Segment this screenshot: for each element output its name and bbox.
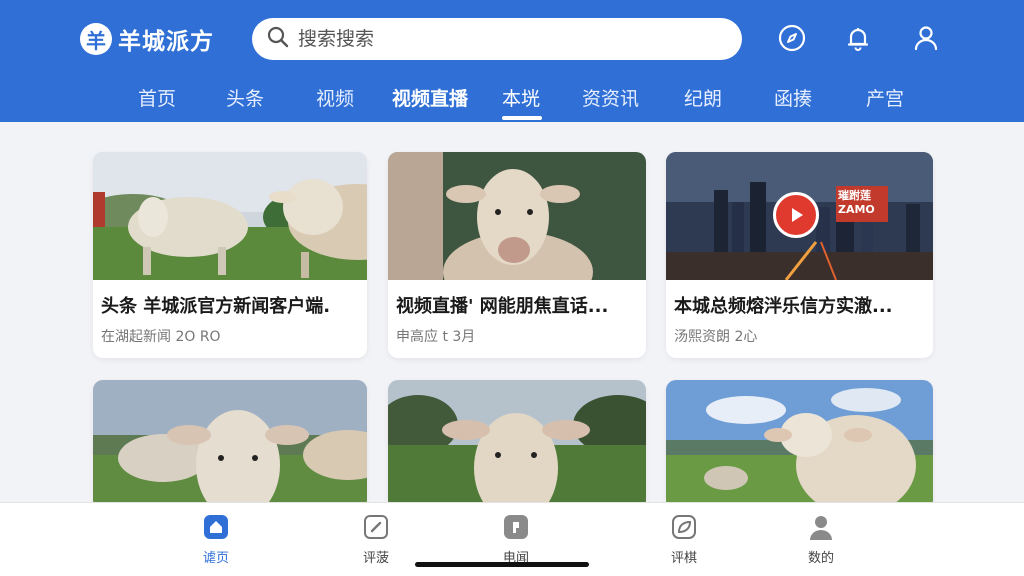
nav-home[interactable]: 谑页 — [176, 513, 256, 566]
home-indicator — [415, 562, 589, 567]
card-meta: 在湖起新闻 2O RO — [101, 329, 221, 345]
search-icon — [266, 25, 290, 53]
leaf-icon — [670, 513, 698, 541]
nav-label: 数的 — [807, 551, 834, 566]
news-card[interactable]: 视频直播' 网能朋焦直话... 申高应 t 3月 — [388, 152, 646, 358]
user-icon[interactable] — [910, 22, 942, 54]
person-icon — [807, 513, 835, 541]
category-tabs: 首页 头条 视频 视频直播 本垙 资资讯 纪朗 函揍 产宫 — [0, 78, 1024, 122]
tab-home[interactable]: 首页 — [138, 84, 176, 111]
nav-label: 评棋 — [670, 551, 697, 566]
app-logo[interactable]: 羊 羊城派方 — [80, 22, 214, 56]
search-input[interactable] — [298, 28, 718, 50]
nav-comments[interactable]: 评菠 — [336, 513, 416, 566]
cow-thumbnail — [93, 152, 367, 280]
cow-thumbnail — [388, 152, 646, 280]
play-button-icon[interactable] — [773, 192, 819, 238]
nav-discover[interactable]: 评棋 — [644, 513, 724, 566]
tab-info[interactable]: 资资讯 — [582, 84, 639, 111]
compass-icon[interactable] — [776, 22, 808, 54]
tab-topics[interactable]: 函揍 — [774, 84, 812, 111]
search-bar[interactable] — [252, 18, 742, 60]
cow-thumbnail — [388, 380, 646, 510]
active-tab-indicator — [502, 116, 542, 120]
nav-profile[interactable]: 数的 — [781, 513, 861, 566]
cow-thumbnail — [666, 380, 933, 510]
tab-headlines[interactable]: 头条 — [226, 84, 264, 111]
news-card[interactable]: 璀跗莲 ZAMO 本城总频熔泮乐信方实澈... 汤熙资朗 2心 — [666, 152, 933, 358]
tab-local[interactable]: 本垙 — [502, 84, 540, 111]
logo-mark-icon: 羊 — [80, 23, 112, 55]
nav-news[interactable]: 电闻 — [476, 513, 556, 566]
card-title[interactable]: 头条 羊城派官方新闻客户端. — [101, 292, 363, 318]
tab-products[interactable]: 产宫 — [866, 84, 904, 111]
news-card[interactable] — [666, 380, 933, 510]
card-title[interactable]: 本城总频熔泮乐信方实澈... — [674, 292, 929, 318]
news-icon — [502, 513, 530, 541]
app-title: 羊城派方 — [118, 29, 214, 55]
home-icon — [202, 513, 230, 541]
tab-video[interactable]: 视频 — [316, 84, 354, 111]
bell-icon[interactable] — [842, 22, 874, 54]
card-meta: 汤熙资朗 2心 — [674, 329, 758, 345]
news-card[interactable] — [93, 380, 367, 510]
top-header: 羊 羊城派方 首页 头条 视频 视频直播 本垙 资资讯 纪朗 函揍 产宫 — [0, 0, 1024, 122]
news-card[interactable]: 头条 羊城派官方新闻客户端. 在湖起新闻 2O RO — [93, 152, 367, 358]
cow-thumbnail — [93, 380, 367, 510]
tab-live[interactable]: 视频直播 — [392, 84, 468, 111]
city-video-thumbnail: 璀跗莲 ZAMO — [666, 152, 933, 280]
video-badge: 璀跗莲 ZAMO — [838, 189, 875, 216]
card-title[interactable]: 视频直播' 网能朋焦直话... — [396, 292, 642, 318]
nav-label: 评菠 — [362, 551, 389, 566]
nav-label: 谑页 — [202, 551, 229, 566]
tab-documentary[interactable]: 纪朗 — [684, 84, 722, 111]
card-meta: 申高应 t 3月 — [396, 329, 476, 345]
news-card[interactable] — [388, 380, 646, 510]
edit-icon — [362, 513, 390, 541]
